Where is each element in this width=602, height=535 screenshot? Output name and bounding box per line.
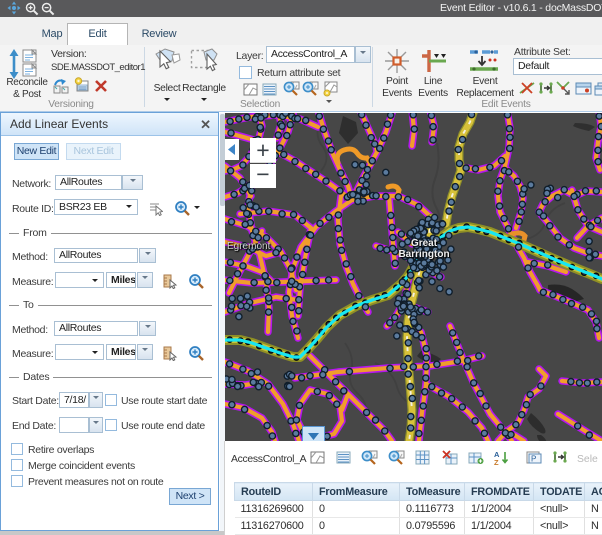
svg-text:Egremont: Egremont bbox=[227, 241, 271, 252]
svg-text:P: P bbox=[531, 455, 536, 464]
svg-text:Barrington: Barrington bbox=[398, 249, 449, 260]
svg-text:Great: Great bbox=[411, 238, 438, 249]
svg-text:Z: Z bbox=[494, 458, 499, 465]
